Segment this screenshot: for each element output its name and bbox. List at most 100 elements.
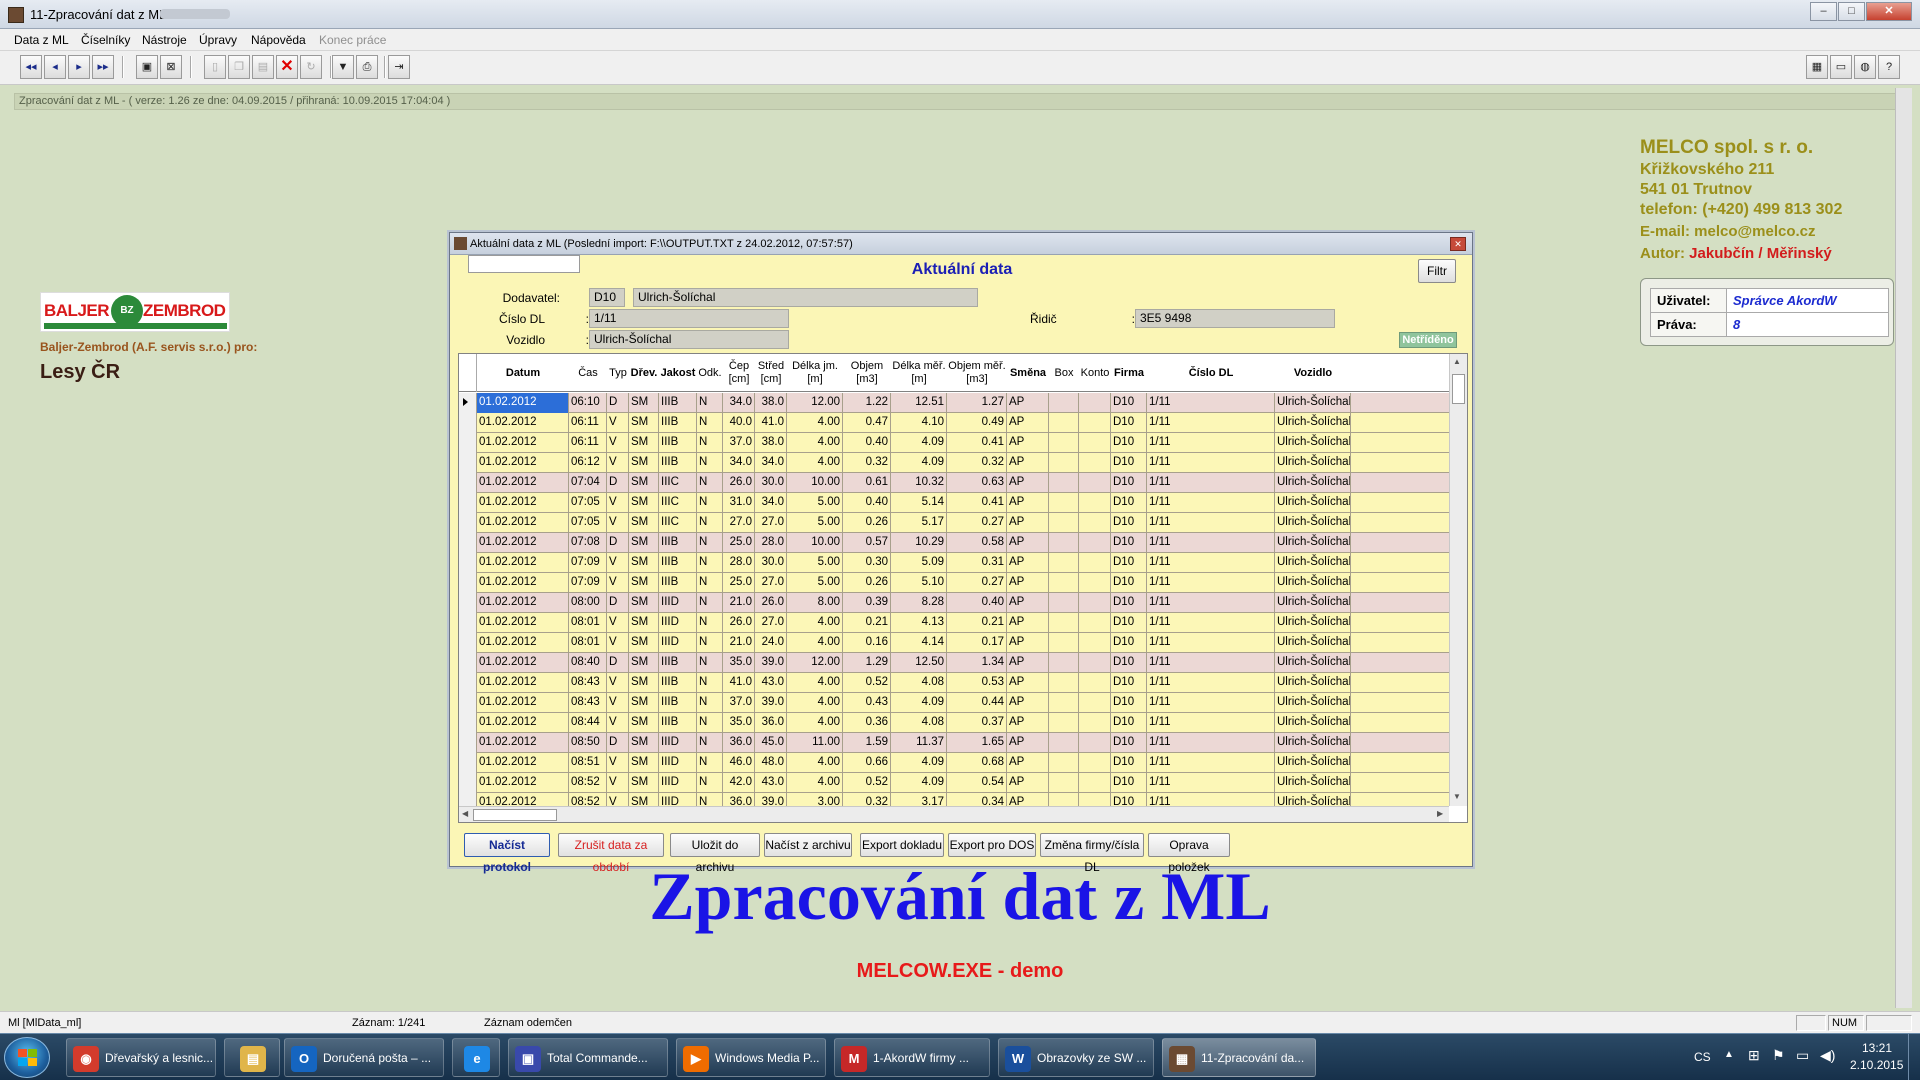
h-scroll-thumb[interactable]	[473, 809, 557, 821]
cell-drev[interactable]: SM	[629, 753, 659, 773]
cell-objem_mer[interactable]: 0.27	[947, 573, 1007, 593]
cell-firma[interactable]: D10	[1111, 733, 1147, 753]
cell-delka_mer[interactable]: 5.10	[891, 573, 947, 593]
windows-flag-icon[interactable]: ⊞	[1748, 1047, 1760, 1064]
cell-jakost[interactable]: IIIB	[659, 413, 697, 433]
cell-box[interactable]	[1049, 673, 1079, 693]
cell-vozidlo[interactable]: Ulrich-Šolíchal	[1275, 733, 1351, 753]
column-header-firma[interactable]: Firma	[1111, 354, 1147, 392]
table-row[interactable]: 01.02.2012 06:11 V SM IIIB N 37.0 38.0 4.00 0.40 4…	[459, 433, 1449, 453]
cell-cislo_dl[interactable]: 1/11	[1147, 693, 1275, 713]
cell-typ[interactable]: D	[607, 393, 629, 413]
cell-stred[interactable]: 48.0	[755, 753, 787, 773]
cell-smena[interactable]: AP	[1007, 653, 1049, 673]
cell-objem_mer[interactable]: 0.49	[947, 413, 1007, 433]
cell-objem_mer[interactable]: 0.54	[947, 773, 1007, 793]
cell-objem[interactable]: 0.26	[843, 573, 891, 593]
cell-odk[interactable]: N	[697, 693, 723, 713]
cell-konto[interactable]	[1079, 553, 1111, 573]
cell-typ[interactable]: D	[607, 473, 629, 493]
table-row[interactable]: 01.02.2012 08:01 V SM IIID N 26.0 27.0 4.00 0.21 4…	[459, 613, 1449, 633]
cell-cislo_dl[interactable]: 1/11	[1147, 793, 1275, 806]
cell-jakost[interactable]: IIIB	[659, 653, 697, 673]
cell-box[interactable]	[1049, 453, 1079, 473]
cell-stred[interactable]: 34.0	[755, 493, 787, 513]
cell-odk[interactable]: N	[697, 653, 723, 673]
cell-delka_jm[interactable]: 11.00	[787, 733, 843, 753]
cell-typ[interactable]: V	[607, 413, 629, 433]
cell-drev[interactable]: SM	[629, 653, 659, 673]
cell-firma[interactable]: D10	[1111, 673, 1147, 693]
cell-delka_mer[interactable]: 4.09	[891, 453, 947, 473]
cell-delka_jm[interactable]: 5.00	[787, 573, 843, 593]
column-header-datum[interactable]: Datum	[477, 354, 569, 392]
cell-konto[interactable]	[1079, 793, 1111, 806]
column-header-delka_mer[interactable]: Délka měř. [m]	[891, 354, 947, 392]
cell-objem_mer[interactable]: 0.68	[947, 753, 1007, 773]
taskbar-item-5[interactable]: ▶ Windows Media P...	[676, 1038, 826, 1077]
cell-cas[interactable]: 08:01	[569, 633, 607, 653]
cell-konto[interactable]	[1079, 473, 1111, 493]
cell-vozidlo[interactable]: Ulrich-Šolíchal	[1275, 713, 1351, 733]
exit-icon[interactable]: ⇥	[388, 55, 410, 79]
change-firm-dl-button[interactable]: Změna firmy/čísla DL	[1040, 833, 1144, 874]
cell-konto[interactable]	[1079, 613, 1111, 633]
dialog-close-button[interactable]: ✕	[1450, 237, 1466, 251]
column-header-vozidlo[interactable]: Vozidlo	[1275, 354, 1351, 392]
column-header-stred[interactable]: Střed [cm]	[755, 354, 787, 392]
cell-datum[interactable]: 01.02.2012	[477, 393, 569, 413]
cell-delka_mer[interactable]: 4.08	[891, 673, 947, 693]
column-header-box[interactable]: Box	[1049, 354, 1079, 392]
cell-cislo_dl[interactable]: 1/11	[1147, 633, 1275, 653]
cell-delka_jm[interactable]: 4.00	[787, 753, 843, 773]
cell-jakost[interactable]: IIIB	[659, 533, 697, 553]
cell-objem_mer[interactable]: 0.27	[947, 513, 1007, 533]
scroll-left-icon[interactable]: ◀	[462, 809, 468, 818]
cell-vozidlo[interactable]: Ulrich-Šolíchal	[1275, 513, 1351, 533]
grid-vertical-scrollbar[interactable]: ▲ ▼	[1449, 354, 1467, 806]
cell-box[interactable]	[1049, 393, 1079, 413]
cell-delka_jm[interactable]: 4.00	[787, 633, 843, 653]
cell-delka_jm[interactable]: 5.00	[787, 553, 843, 573]
cell-delka_jm[interactable]: 4.00	[787, 673, 843, 693]
cell-objem[interactable]: 0.40	[843, 493, 891, 513]
cell-smena[interactable]: AP	[1007, 393, 1049, 413]
cell-vozidlo[interactable]: Ulrich-Šolíchal	[1275, 773, 1351, 793]
clock-time[interactable]: 13:21	[1862, 1041, 1892, 1055]
export-dos-button[interactable]: Export pro DOS	[948, 833, 1036, 857]
close-button[interactable]: ✕	[1866, 2, 1912, 21]
cell-datum[interactable]: 01.02.2012	[477, 693, 569, 713]
cell-drev[interactable]: SM	[629, 793, 659, 806]
cell-cislo_dl[interactable]: 1/11	[1147, 453, 1275, 473]
cell-stred[interactable]: 43.0	[755, 773, 787, 793]
cell-cep[interactable]: 36.0	[723, 733, 755, 753]
cell-cas[interactable]: 08:51	[569, 753, 607, 773]
cell-konto[interactable]	[1079, 673, 1111, 693]
cell-odk[interactable]: N	[697, 433, 723, 453]
cell-cislo_dl[interactable]: 1/11	[1147, 773, 1275, 793]
show-desktop-button[interactable]	[1908, 1034, 1920, 1080]
cell-drev[interactable]: SM	[629, 673, 659, 693]
cell-cislo_dl[interactable]: 1/11	[1147, 713, 1275, 733]
grid-horizontal-scrollbar[interactable]: ◀ ▶	[459, 806, 1449, 822]
cell-objem_mer[interactable]: 0.21	[947, 613, 1007, 633]
row-indicator[interactable]	[459, 473, 477, 493]
cell-delka_mer[interactable]: 5.17	[891, 513, 947, 533]
cell-konto[interactable]	[1079, 433, 1111, 453]
cell-stred[interactable]: 34.0	[755, 453, 787, 473]
cell-vozidlo[interactable]: Ulrich-Šolíchal	[1275, 573, 1351, 593]
cell-jakost[interactable]: IIIC	[659, 473, 697, 493]
cell-jakost[interactable]: IIID	[659, 593, 697, 613]
cell-firma[interactable]: D10	[1111, 613, 1147, 633]
refresh-icon[interactable]: ↻	[300, 55, 322, 79]
cell-konto[interactable]	[1079, 753, 1111, 773]
cell-box[interactable]	[1049, 513, 1079, 533]
cell-objem_mer[interactable]: 0.58	[947, 533, 1007, 553]
cell-konto[interactable]	[1079, 593, 1111, 613]
cell-objem[interactable]: 1.22	[843, 393, 891, 413]
first-record-icon[interactable]: ◂◂	[20, 55, 42, 79]
cell-smena[interactable]: AP	[1007, 493, 1049, 513]
row-indicator[interactable]	[459, 573, 477, 593]
cell-typ[interactable]: V	[607, 713, 629, 733]
cell-objem_mer[interactable]: 1.34	[947, 653, 1007, 673]
